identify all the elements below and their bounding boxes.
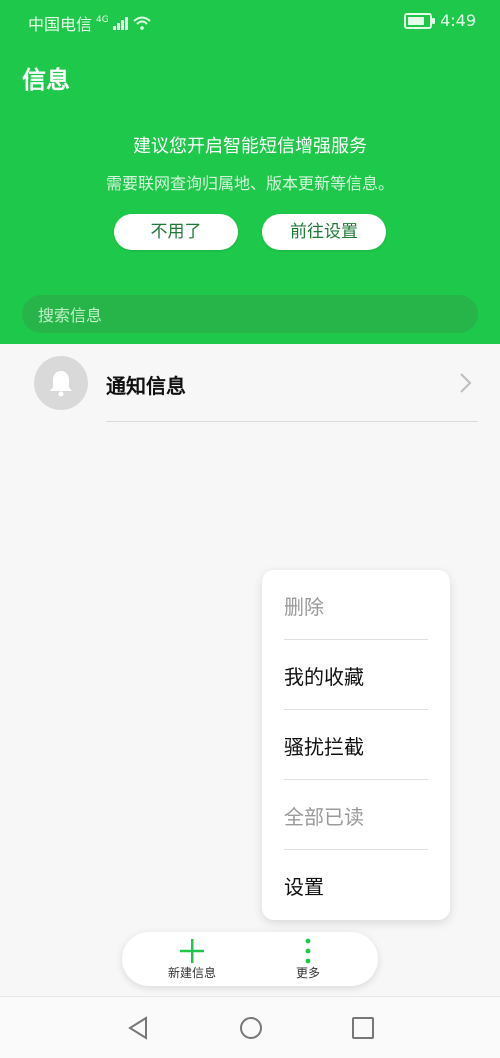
battery-icon — [404, 12, 436, 29]
menu-item-settings[interactable]: 设置 — [284, 850, 428, 920]
menu-item-harassment-block[interactable]: 骚扰拦截 — [284, 710, 428, 780]
search-placeholder: 搜索信息 — [38, 306, 103, 325]
status-bar: 中国电信 4G 4:49 — [0, 0, 500, 42]
chevron-right-icon — [460, 373, 472, 393]
list-item[interactable]: 通知信息 — [0, 344, 500, 422]
back-icon[interactable] — [124, 1013, 154, 1043]
carrier-info: 中国电信 4G — [28, 11, 151, 35]
recent-apps-icon[interactable] — [348, 1013, 378, 1043]
search-input[interactable]: 搜索信息 — [22, 295, 478, 333]
more-label: 更多 — [295, 966, 320, 980]
conversation-title: 通知信息 — [106, 374, 186, 398]
wifi-icon — [133, 16, 151, 30]
banner-description: 需要联网查询归属地、版本更新等信息。 — [105, 174, 394, 193]
conversation-list: 通知信息 — [0, 344, 500, 422]
clock: 4:49 — [440, 11, 476, 30]
bell-icon — [50, 371, 72, 397]
bottom-action-bar: 新建信息 更多 — [122, 932, 378, 986]
home-icon[interactable] — [236, 1013, 266, 1043]
status-right: 4:49 — [404, 11, 476, 30]
new-message-label: 新建信息 — [167, 966, 216, 980]
menu-item-mark-all-read[interactable]: 全部已读 — [284, 780, 428, 850]
network-type: 4G — [96, 15, 109, 25]
divider — [106, 421, 478, 422]
go-to-settings-button[interactable]: 前往设置 — [262, 214, 386, 250]
header-banner: 中国电信 4G 4:49 信息 建议您开启智能短信增强服务 需要联网查询归属地、… — [0, 0, 500, 344]
menu-item-delete[interactable]: 删除 — [284, 570, 428, 640]
decline-button[interactable]: 不用了 — [114, 214, 238, 250]
banner-headline: 建议您开启智能短信增强服务 — [133, 136, 367, 157]
overflow-menu: 删除 我的收藏 骚扰拦截 全部已读 设置 — [262, 570, 450, 920]
more-button[interactable]: 更多 — [248, 936, 368, 982]
signal-icon — [112, 17, 128, 30]
more-vertical-icon — [305, 938, 311, 964]
avatar — [34, 356, 88, 410]
new-message-button[interactable]: 新建信息 — [132, 936, 252, 982]
page-title: 信息 — [22, 66, 70, 94]
plus-icon — [180, 939, 204, 963]
system-navigation-bar — [0, 996, 500, 1058]
menu-item-favorites[interactable]: 我的收藏 — [284, 640, 428, 710]
carrier-name: 中国电信 — [28, 15, 93, 34]
